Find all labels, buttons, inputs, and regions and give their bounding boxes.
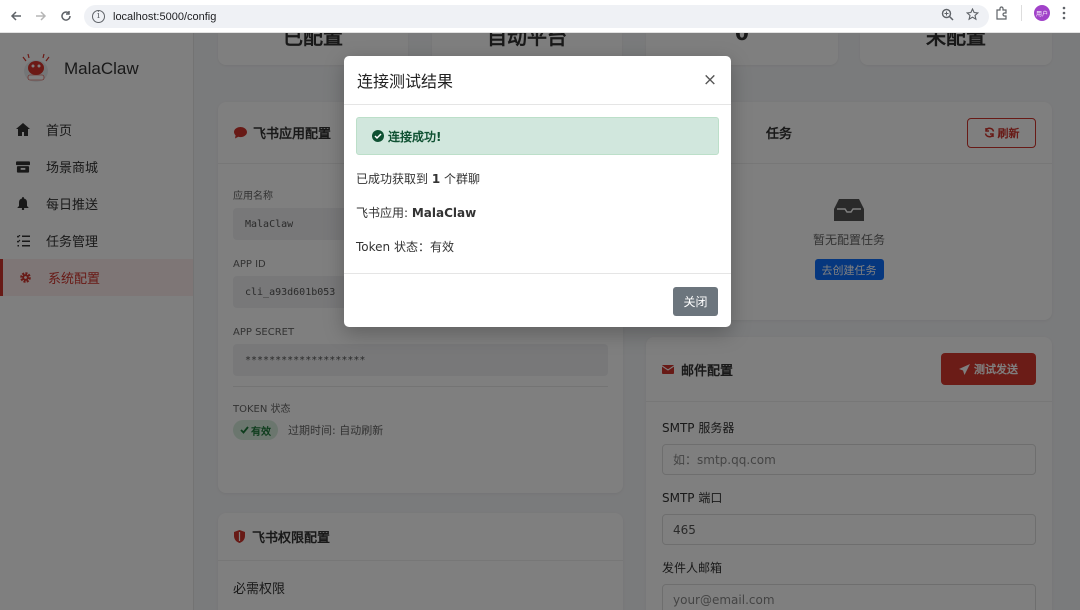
site-info-icon[interactable]: i [92,10,105,23]
address-bar[interactable]: i localhost:5000/config [84,5,989,28]
modal-footer: 关闭 [344,273,731,327]
profile-avatar[interactable]: 用户 [1034,5,1050,21]
modal-title: 连接测试结果 [357,72,454,91]
browser-toolbar: i localhost:5000/config 用户 [0,0,1080,33]
token-status-line: Token 状态：有效 [356,240,454,254]
modal-header: 连接测试结果 × [344,56,731,105]
success-alert: 连接成功! [356,117,719,155]
close-icon[interactable]: × [702,70,718,90]
reload-icon [61,11,71,21]
toolbar-divider [1021,5,1022,21]
back-button[interactable] [4,4,28,28]
reload-button[interactable] [54,4,78,28]
zoom-icon[interactable] [941,8,954,21]
app-name-line: 飞书应用: MalaClaw [356,206,477,220]
back-arrow-icon [10,11,21,21]
forward-arrow-icon [36,11,47,21]
extensions-icon[interactable] [995,6,1009,20]
star-icon[interactable] [966,8,979,21]
menu-kebab-icon[interactable] [1062,6,1066,20]
forward-button[interactable] [29,4,53,28]
modal-body: 连接成功! 已成功获取到 1 个群聊 飞书应用: MalaClaw Token … [344,105,731,255]
group-count: 1 [431,172,441,186]
check-circle-icon [372,130,384,142]
group-count-line: 已成功获取到 1 个群聊 [356,172,481,186]
connection-test-modal: 连接测试结果 × 连接成功! 已成功获取到 1 个群聊 飞书应用: MalaCl… [344,56,731,327]
url-text: localhost:5000/config [113,10,217,23]
close-button[interactable]: 关闭 [673,287,718,316]
app-name-value: MalaClaw [411,206,477,220]
success-text: 连接成功! [388,129,442,144]
